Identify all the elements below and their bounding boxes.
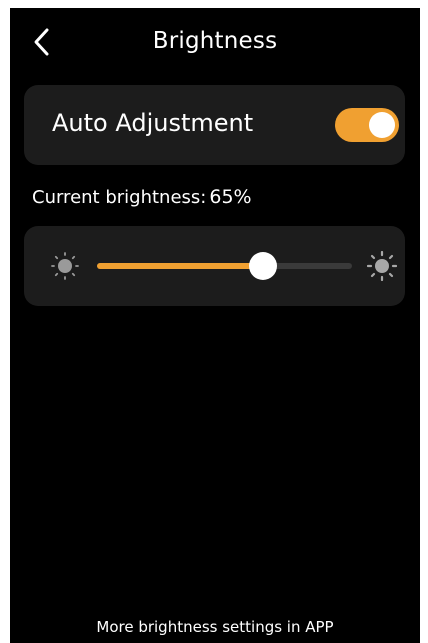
brightness-slider[interactable] <box>97 252 352 280</box>
auto-adjustment-label: Auto Adjustment <box>52 109 254 137</box>
brightness-screen: Brightness Auto Adjustment Current brigh… <box>10 8 420 643</box>
current-brightness-readout: Current brightness: 65% <box>32 186 252 208</box>
toggle-knob <box>369 112 395 138</box>
current-brightness-label: Current brightness: <box>32 187 207 208</box>
sun-bright-icon <box>367 251 397 281</box>
auto-adjustment-card: Auto Adjustment <box>24 85 405 165</box>
auto-adjustment-toggle[interactable] <box>335 108 399 142</box>
footer-hint: More brightness settings in APP <box>96 618 334 636</box>
brightness-slider-card <box>24 226 405 306</box>
brightness-slider-fill <box>97 263 263 269</box>
current-brightness-value: 65% <box>209 186 252 208</box>
brightness-slider-thumb[interactable] <box>249 252 277 280</box>
page-title: Brightness <box>152 28 278 54</box>
sun-dim-icon <box>51 252 79 280</box>
